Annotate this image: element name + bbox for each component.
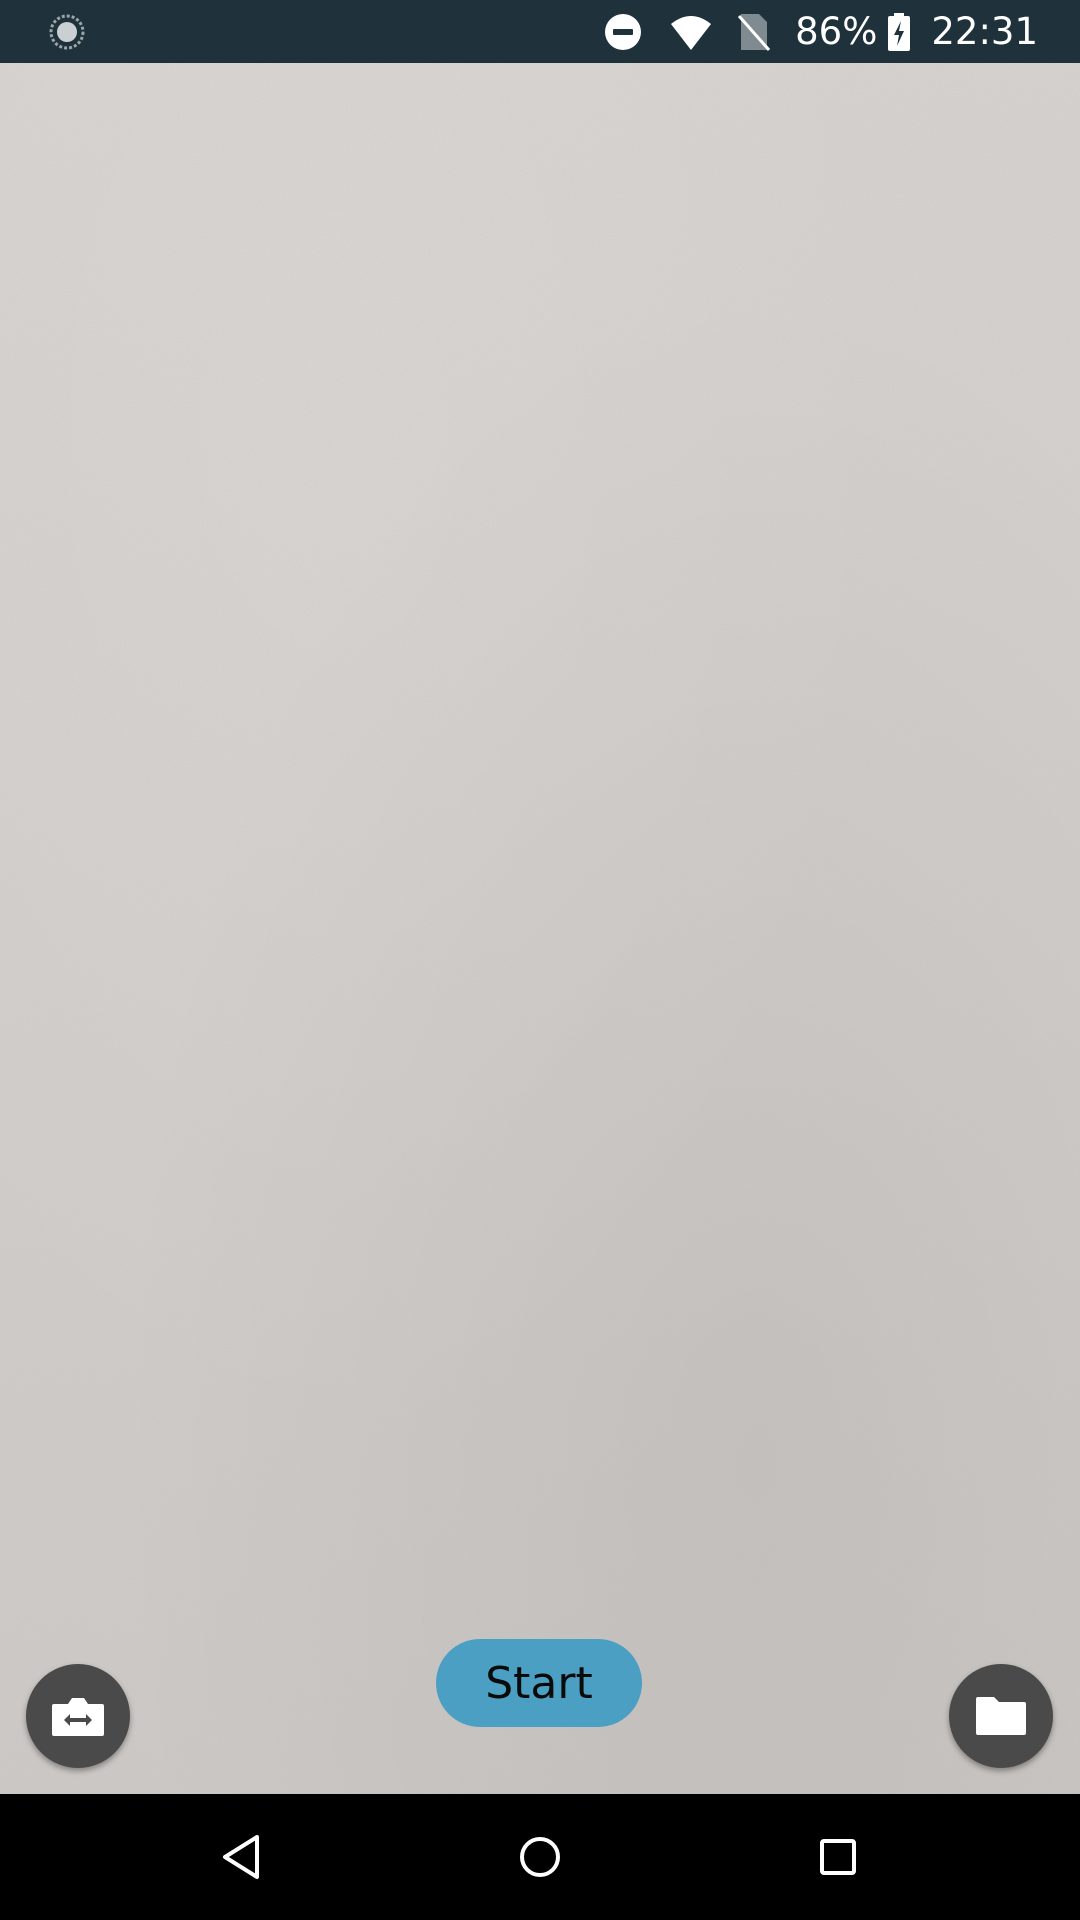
folder-icon <box>976 1697 1026 1735</box>
start-button[interactable]: Start <box>436 1639 642 1727</box>
files-button[interactable] <box>949 1664 1053 1768</box>
switch-camera-icon <box>52 1698 104 1736</box>
status-icons: 86% 22:31 <box>603 0 1038 63</box>
wall-texture <box>0 63 1080 1794</box>
camera-viewfinder[interactable] <box>0 63 1080 1794</box>
navigation-bar <box>0 1794 1080 1920</box>
switch-camera-button[interactable] <box>26 1664 130 1768</box>
do-not-disturb-icon <box>605 13 642 50</box>
recents-button[interactable] <box>803 1822 873 1892</box>
wifi-icon <box>671 15 712 50</box>
recents-icon <box>820 1839 856 1875</box>
clock: 22:31 <box>931 10 1038 53</box>
camera-screen: 86% 22:31 Start <box>0 0 1080 1920</box>
back-icon <box>223 1835 259 1879</box>
battery-percent: 86% <box>795 10 878 53</box>
back-button[interactable] <box>206 1822 276 1892</box>
status-bar: 86% 22:31 <box>0 0 1080 63</box>
no-sim-icon <box>737 13 771 51</box>
sync-icon <box>49 14 85 50</box>
battery-charging-icon <box>888 12 911 51</box>
home-button[interactable] <box>505 1822 575 1892</box>
home-icon <box>520 1837 560 1877</box>
